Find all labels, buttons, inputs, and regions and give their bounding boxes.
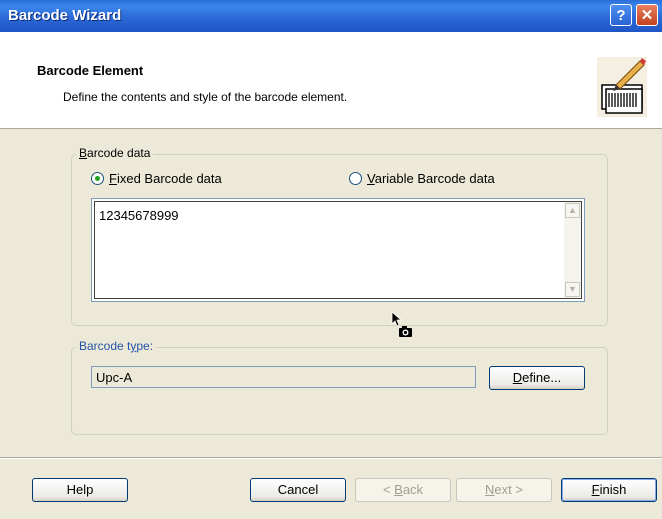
scroll-up-icon[interactable]: ▲ [565, 203, 580, 218]
cursor-camera-icon [389, 310, 419, 343]
radio-unchecked-icon[interactable] [349, 172, 362, 185]
variable-barcode-label: Variable Barcode data [367, 171, 495, 186]
variable-barcode-radio[interactable]: Variable Barcode data [349, 171, 495, 186]
barcode-type-label: Barcode type: [76, 339, 157, 353]
define-button[interactable]: Define... [489, 366, 585, 390]
barcode-data-textarea[interactable]: 12345678999 ▲ ▼ [91, 198, 585, 302]
textarea-frame: 12345678999 ▲ ▼ [94, 201, 582, 299]
window-title: Barcode Wizard [8, 7, 122, 24]
close-icon: ✕ [640, 7, 654, 24]
title-bar: Barcode Wizard ? ✕ [0, 0, 662, 32]
page-subtitle: Define the contents and style of the bar… [63, 90, 348, 104]
footer-separator [0, 457, 662, 459]
question-icon: ? [616, 7, 626, 24]
cancel-button[interactable]: Cancel [250, 478, 346, 502]
barcode-type-field: Upc-A [91, 366, 476, 388]
help-button[interactable]: Help [32, 478, 128, 502]
barcode-data-value: 12345678999 [99, 208, 179, 223]
barcode-data-label: Barcode data [76, 146, 154, 160]
page-title: Barcode Element [37, 63, 144, 78]
barcode-wizard-icon [596, 55, 648, 119]
help-title-button[interactable]: ? [610, 4, 632, 26]
vertical-scrollbar[interactable]: ▲ ▼ [564, 202, 581, 298]
barcode-type-value: Upc-A [96, 370, 133, 385]
scroll-down-icon[interactable]: ▼ [565, 282, 580, 297]
next-button[interactable]: Next > [456, 478, 552, 502]
radio-checked-icon[interactable] [91, 172, 104, 185]
back-button[interactable]: < Back [355, 478, 451, 502]
fixed-barcode-radio[interactable]: Fixed Barcode data [91, 171, 222, 186]
wizard-header [0, 32, 662, 129]
barcode-type-group [71, 347, 608, 435]
finish-button[interactable]: Finish [561, 478, 657, 502]
close-button[interactable]: ✕ [636, 4, 658, 26]
fixed-barcode-label: Fixed Barcode data [109, 171, 222, 186]
